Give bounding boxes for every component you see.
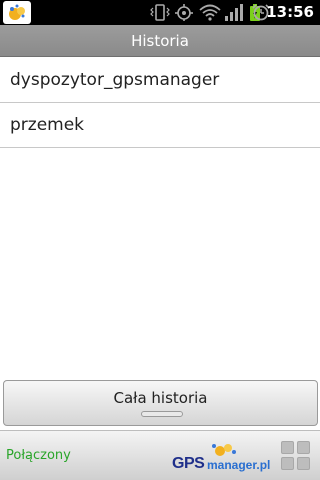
gps-icon [175, 4, 193, 21]
logo-swirl-icon [212, 444, 236, 456]
connection-status: Połączony [6, 448, 71, 463]
logo-domain-text: manager.pl [207, 458, 271, 472]
vibrate-icon [150, 4, 170, 21]
full-history-button[interactable]: Cała historia [3, 380, 318, 426]
button-indicator [141, 411, 183, 417]
wifi-icon [199, 4, 221, 21]
footer: Połączony GPS manager.pl [0, 430, 320, 480]
grid-menu-icon[interactable] [281, 441, 311, 471]
list-item[interactable]: dyspozytor_gpsmanager [0, 58, 320, 103]
gpsmanager-logo: GPS manager.pl [172, 441, 276, 475]
logo-gps-text: GPS [172, 455, 205, 472]
signal-icon [225, 4, 243, 21]
list-item[interactable]: przemek [0, 103, 320, 148]
page-title: Historia [0, 25, 320, 57]
full-history-button-label: Cała historia [113, 389, 208, 407]
status-bar: 13:56 [0, 0, 320, 25]
history-list: dyspozytor_gpsmanager przemek [0, 58, 320, 148]
app-logo-icon [3, 1, 31, 24]
status-time: 13:56 [266, 3, 314, 21]
